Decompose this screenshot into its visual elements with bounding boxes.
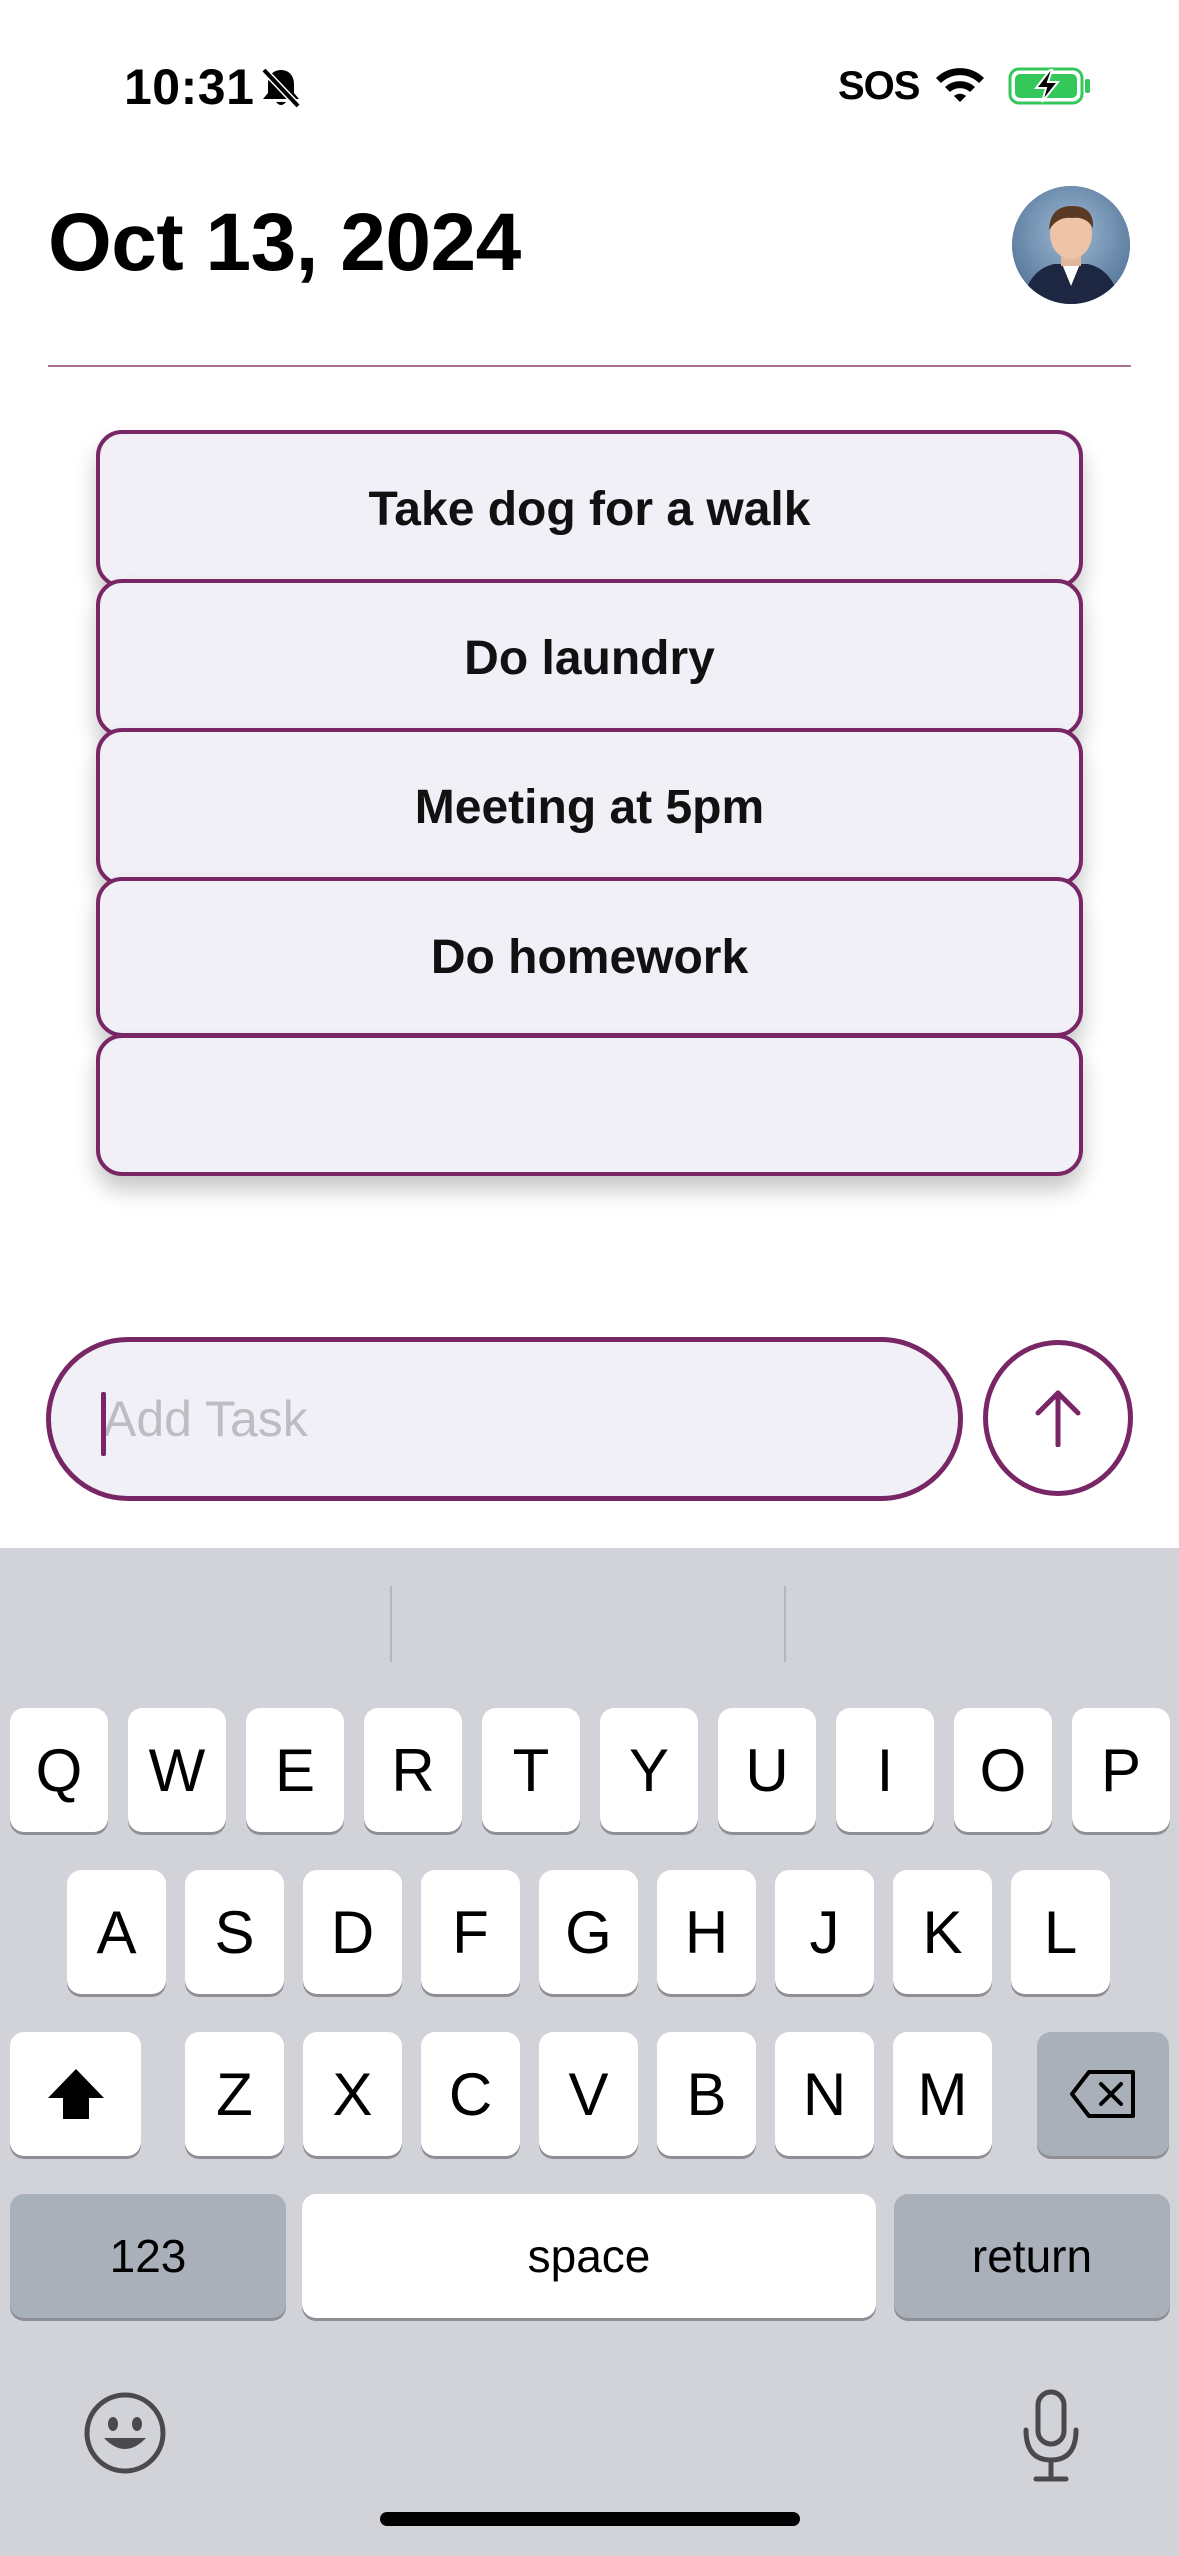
key-r[interactable]: R (364, 1708, 462, 1832)
battery-charging-icon (1008, 67, 1090, 105)
page-title: Oct 13, 2024 (48, 197, 521, 288)
task-card[interactable]: Do laundry (96, 579, 1083, 737)
key-h[interactable]: H (657, 1870, 756, 1994)
key-o[interactable]: O (954, 1708, 1052, 1832)
task-label: Do homework (430, 930, 749, 984)
sos-indicator: SOS (838, 64, 920, 108)
status-time: 10:31 (124, 59, 255, 115)
task-card[interactable]: Do homework (96, 877, 1083, 1037)
task-label: Meeting at 5pm (414, 780, 765, 834)
header-divider (48, 365, 1131, 367)
task-card[interactable]: Meeting at 5pm (96, 728, 1083, 886)
key-t[interactable]: T (482, 1708, 580, 1832)
add-task-field[interactable] (46, 1337, 963, 1501)
suggestion-divider (784, 1586, 786, 1662)
home-indicator[interactable] (380, 2512, 800, 2526)
add-task-button[interactable] (983, 1340, 1133, 1496)
add-task-input[interactable] (51, 1342, 958, 1496)
task-card-empty[interactable] (96, 1034, 1083, 1176)
key-i[interactable]: I (836, 1708, 934, 1832)
key-v[interactable]: V (539, 2032, 638, 2156)
arrow-up-icon (1035, 1390, 1081, 1447)
return-key[interactable]: return (894, 2194, 1170, 2318)
emoji-icon[interactable] (82, 2390, 168, 2476)
text-cursor (101, 1392, 106, 1456)
key-u[interactable]: U (718, 1708, 816, 1832)
task-label: Take dog for a walk (368, 482, 811, 536)
profile-photo-image (1012, 186, 1130, 304)
numbers-key[interactable]: 123 (10, 2194, 286, 2318)
bell-slash-icon (261, 67, 301, 109)
key-b[interactable]: B (657, 2032, 756, 2156)
key-c[interactable]: C (421, 2032, 520, 2156)
task-label: Do laundry (464, 631, 715, 685)
status-bar: 10:31 SOS (0, 0, 1179, 160)
key-l[interactable]: L (1011, 1870, 1110, 1994)
key-m[interactable]: M (893, 2032, 992, 2156)
key-y[interactable]: Y (600, 1708, 698, 1832)
key-x[interactable]: X (303, 2032, 402, 2156)
key-q[interactable]: Q (10, 1708, 108, 1832)
key-f[interactable]: F (421, 1870, 520, 1994)
delete-key[interactable] (1037, 2032, 1169, 2156)
shift-icon (47, 2069, 104, 2119)
task-card[interactable]: Take dog for a walk (96, 430, 1083, 588)
avatar[interactable] (1012, 186, 1130, 304)
backspace-icon (1070, 2070, 1135, 2118)
key-s[interactable]: S (185, 1870, 284, 1994)
key-d[interactable]: D (303, 1870, 402, 1994)
key-e[interactable]: E (246, 1708, 344, 1832)
key-a[interactable]: A (67, 1870, 166, 1994)
shift-key[interactable] (10, 2032, 141, 2156)
microphone-icon[interactable] (1018, 2388, 1084, 2484)
key-w[interactable]: W (128, 1708, 226, 1832)
suggestion-divider (390, 1586, 392, 1662)
key-g[interactable]: G (539, 1870, 638, 1994)
key-p[interactable]: P (1072, 1708, 1170, 1832)
space-key[interactable]: space (302, 2194, 876, 2318)
key-n[interactable]: N (775, 2032, 874, 2156)
key-j[interactable]: J (775, 1870, 874, 1994)
key-k[interactable]: K (893, 1870, 992, 1994)
key-z[interactable]: Z (185, 2032, 284, 2156)
wifi-icon (936, 68, 984, 102)
